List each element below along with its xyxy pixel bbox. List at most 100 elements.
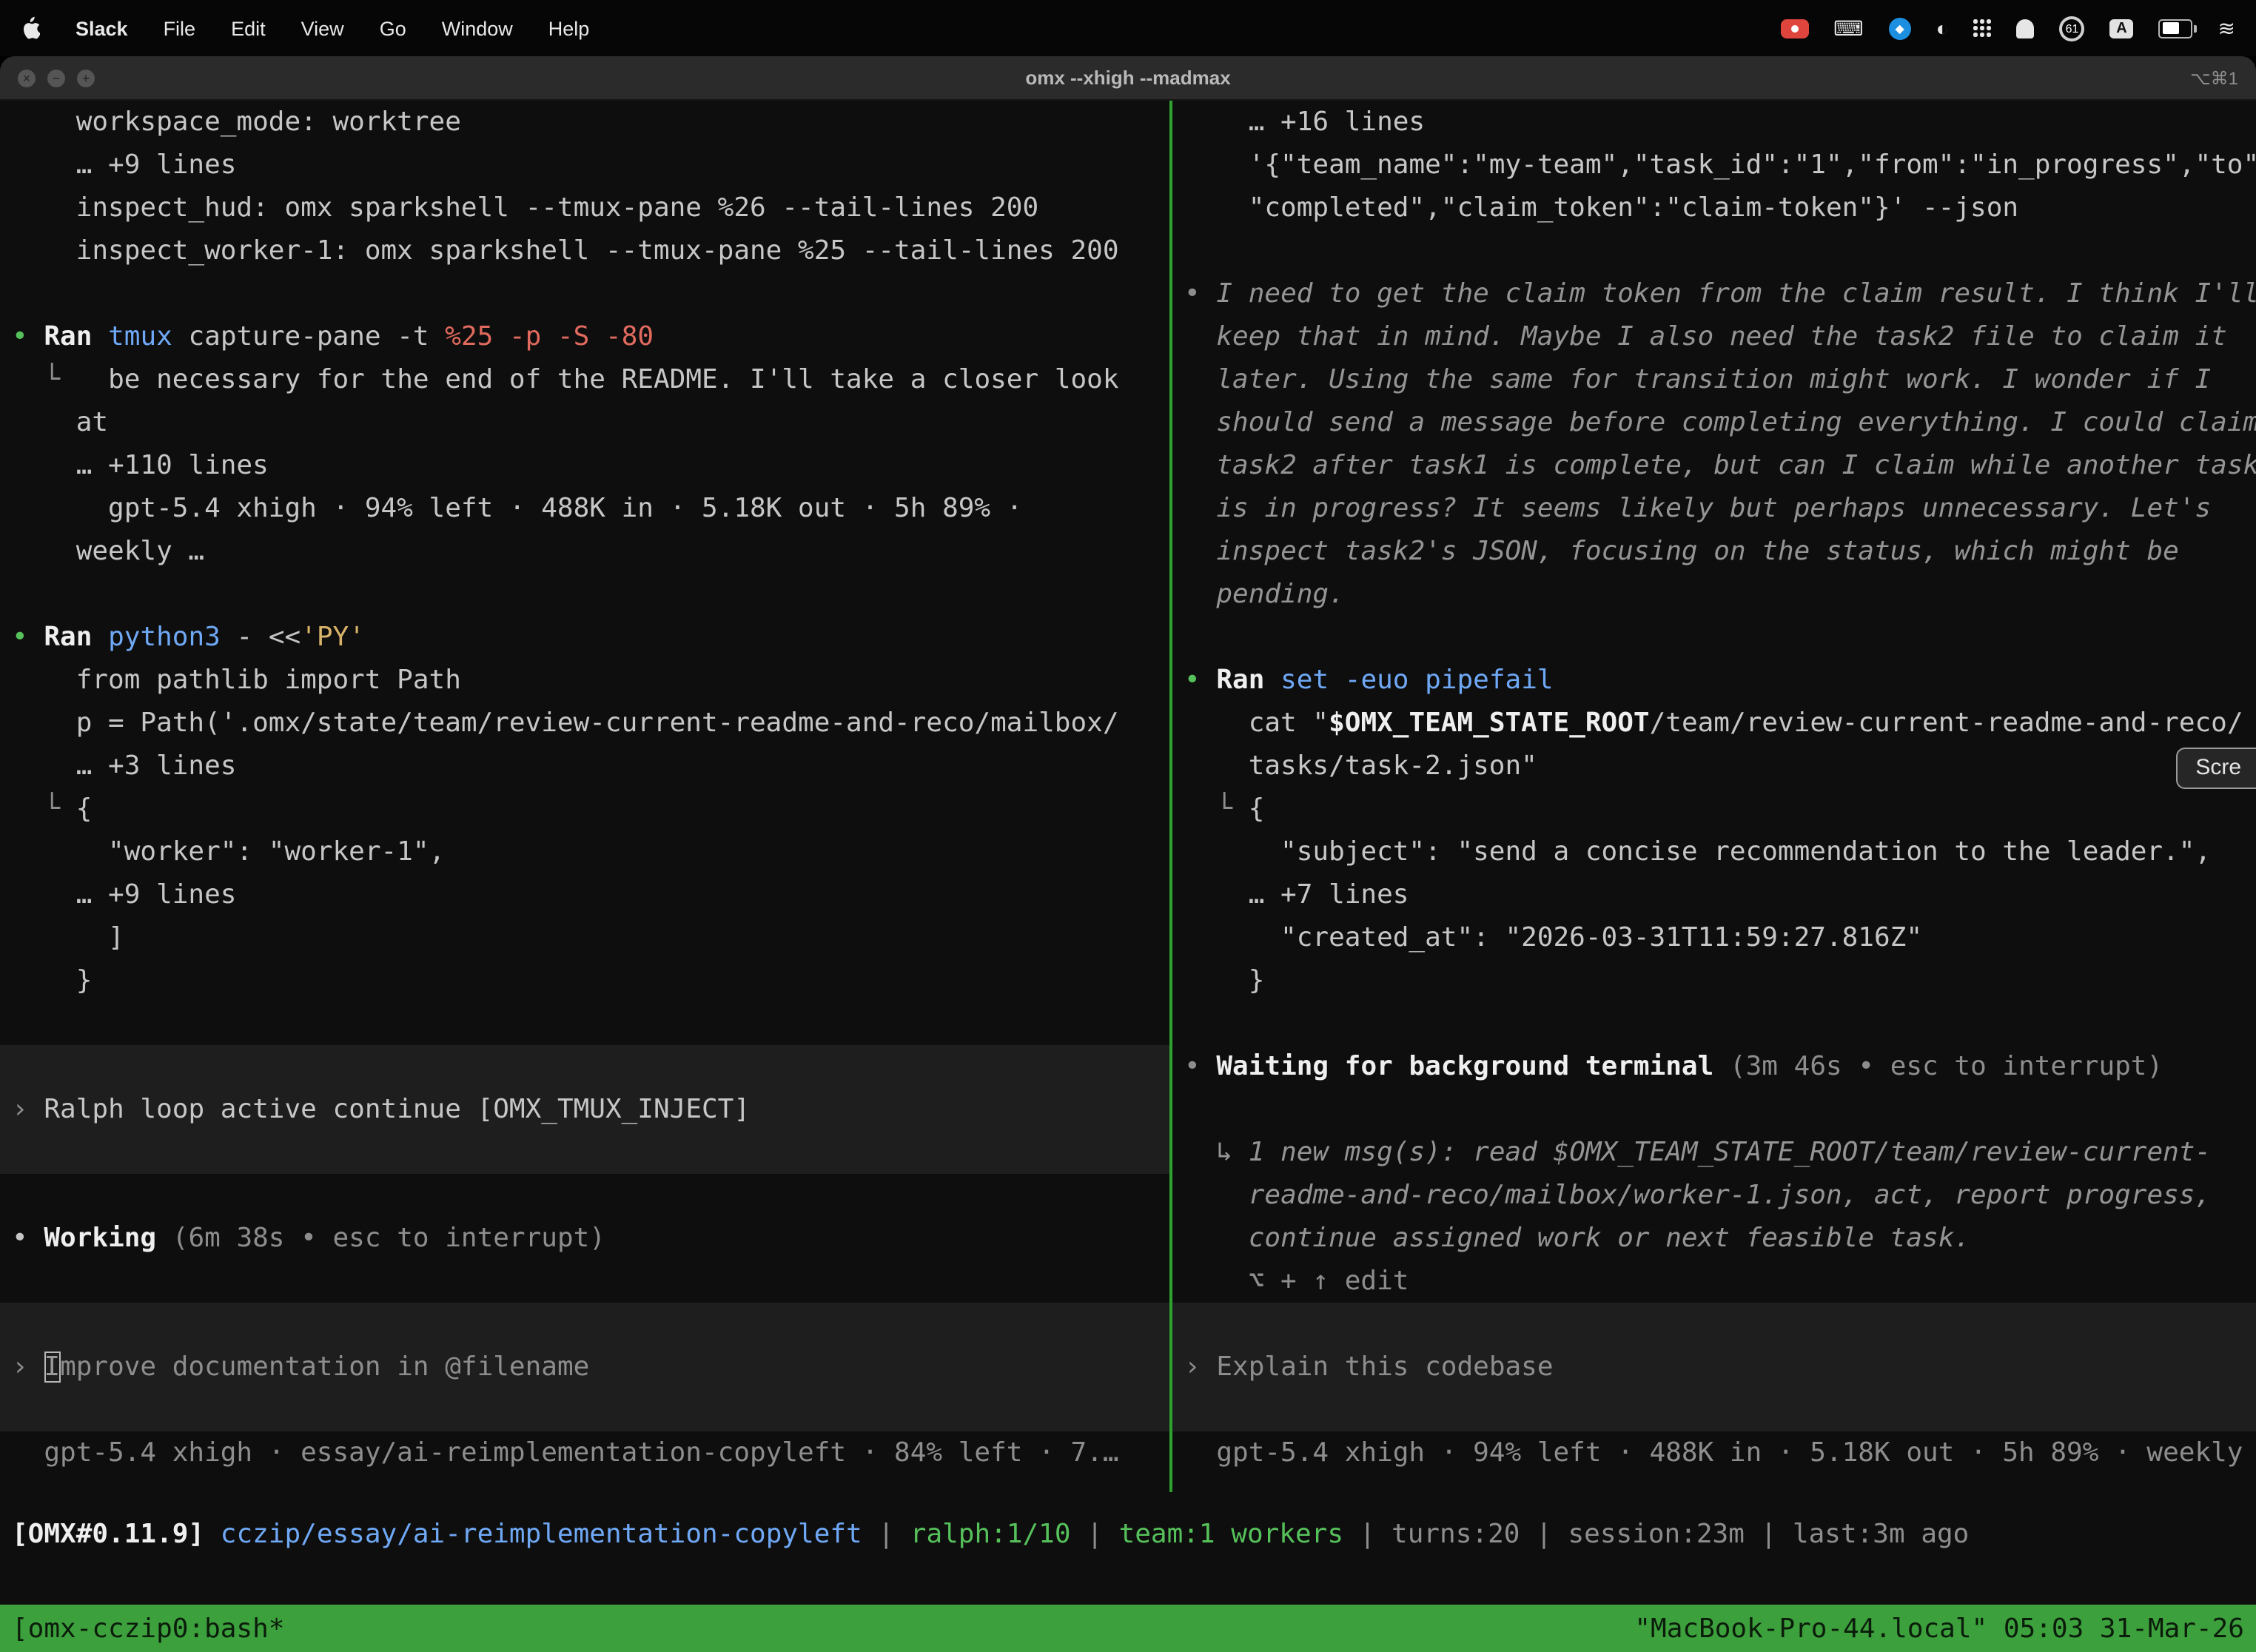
text-segment: inspect_hud: omx sparkshell --tmux-pane … <box>12 192 1038 224</box>
text-segment <box>92 622 108 653</box>
menu-item-window[interactable]: Window <box>442 17 513 39</box>
terminal-row: gpt-5.4 xhigh · essay/ai-reimplementatio… <box>0 1431 1169 1474</box>
text-segment: mprove documentation in @filename <box>60 1352 589 1383</box>
keyboard-icon[interactable]: ⌨ <box>1833 18 1863 38</box>
text-segment: tasks/task-2.json" <box>1184 751 1537 782</box>
text-segment: - << <box>221 622 301 653</box>
minimize-button[interactable]: − <box>47 69 65 87</box>
terminal-row: • Working (6m 38s • esc to interrupt) <box>0 1217 1169 1260</box>
terminal-row: "completed","claim_token":"claim-token"}… <box>1172 187 2256 229</box>
status-segment: last:3m ago <box>1793 1519 1969 1550</box>
text-segment: • <box>1184 278 1216 309</box>
status-segment <box>204 1519 221 1550</box>
text-segment <box>1184 1223 1249 1254</box>
close-button[interactable]: × <box>18 69 36 87</box>
terminal-content: workspace_mode: worktree … +9 lines insp… <box>0 101 2256 1652</box>
terminal-row: tasks/task-2.json" <box>1172 745 2256 788</box>
text-segment: cat " <box>1184 708 1329 739</box>
text-segment <box>1184 450 1216 481</box>
window-title-bar[interactable]: × − + omx --xhigh --madmax ⌥⌘1 <box>0 56 2256 101</box>
menu-bar: Slack File Edit View Go Window Help ⌨ ◆ … <box>0 0 2256 56</box>
menu-item-edit[interactable]: Edit <box>231 17 266 39</box>
terminal-row: … +110 lines <box>0 444 1169 487</box>
active-app-name[interactable]: Slack <box>75 17 128 39</box>
text-segment: └ <box>12 793 76 825</box>
text-segment: Ran <box>1216 665 1264 696</box>
terminal-row <box>1172 1088 2256 1131</box>
text-segment: p = Path('.omx/state/team/review-current… <box>12 708 1119 739</box>
terminal-row: inspect_hud: omx sparkshell --tmux-pane … <box>0 187 1169 229</box>
text-segment: … +110 lines <box>12 450 269 481</box>
apple-menu-icon[interactable] <box>21 16 40 40</box>
terminal-row <box>1172 229 2256 272</box>
tmux-host-clock-label: "MacBook-Pro-44.local" 05:03 31-Mar-26 <box>1634 1613 2244 1644</box>
screen-recording-indicator-icon[interactable] <box>1780 19 1808 38</box>
text-segment: } <box>1184 965 1264 996</box>
terminal-row: pending. <box>1172 573 2256 616</box>
right-terminal-pane[interactable]: … +16 lines '{"team_name":"my-team","tas… <box>1172 101 2256 1492</box>
terminal-row: keep that in mind. Maybe I also need the… <box>1172 315 2256 358</box>
blue-app-icon[interactable]: ◆ <box>1889 17 1911 39</box>
text-segment: inspect_worker-1: omx sparkshell --tmux-… <box>12 235 1119 266</box>
text-segment: task2 after task1 is complete, but can I… <box>1216 450 2256 481</box>
tmux-session-label: [omx-cczip0:bash* <box>12 1613 284 1644</box>
composer-input[interactable]: › Explain this codebase <box>1172 1303 2256 1431</box>
zoom-button[interactable]: + <box>77 69 95 87</box>
text-segment: Waiting for background terminal <box>1216 1051 1713 1082</box>
battery-gauge-icon[interactable]: 61 <box>2060 16 2085 41</box>
text-segment: tmux <box>108 321 172 352</box>
app-grid-icon[interactable] <box>1974 19 1992 37</box>
ghost-app-icon[interactable] <box>2017 19 2035 38</box>
terminal-row: from pathlib import Path <box>0 659 1169 702</box>
menu-item-view[interactable]: View <box>301 17 344 39</box>
status-segment: ralph:1/10 <box>910 1519 1071 1550</box>
terminal-row: • I need to get the claim token from the… <box>1172 272 2256 315</box>
terminal-row: "worker": "worker-1", <box>0 830 1169 873</box>
text-segment: should send a message before completing … <box>1216 407 2256 438</box>
terminal-row: continue assigned work or next feasible … <box>1172 1217 2256 1260</box>
text-segment: is in progress? It seems likely but perh… <box>1216 493 2211 524</box>
status-segment: | <box>862 1519 910 1550</box>
text-segment: … +9 lines <box>12 879 236 910</box>
terminal-row <box>0 1174 1169 1217</box>
text-segment: inspect task2's JSON, focusing on the st… <box>1216 536 2178 567</box>
terminal-row: … +9 lines <box>0 144 1169 187</box>
text-segment: I need to get the claim token from the c… <box>1216 278 2256 309</box>
terminal-row: └ { <box>0 788 1169 830</box>
text-segment <box>1184 407 1216 438</box>
status-segment: turns:20 <box>1391 1519 1520 1550</box>
text-segment: 1 new msg(s): read $OMX_TEAM_STATE_ROOT/… <box>1249 1137 2211 1168</box>
terminal-row: … +16 lines <box>1172 101 2256 144</box>
terminal-row: inspect_worker-1: omx sparkshell --tmux-… <box>0 229 1169 272</box>
input-source-icon[interactable]: A <box>2110 19 2134 38</box>
contrast-circle-icon[interactable]: ◐ <box>1936 18 1949 38</box>
text-segment: set -euo pipefail <box>1280 665 1553 696</box>
menu-item-go[interactable]: Go <box>380 17 406 39</box>
terminal-row: • Ran set -euo pipefail <box>1172 659 2256 702</box>
terminal-row: … +9 lines <box>0 873 1169 916</box>
text-segment: keep that in mind. Maybe I also need the… <box>1216 321 2226 352</box>
text-segment: • <box>1184 665 1216 696</box>
text-segment: • <box>12 1223 44 1254</box>
text-segment: … +7 lines <box>1184 879 1409 910</box>
menu-item-help[interactable]: Help <box>548 17 590 39</box>
window-shortcut-badge: ⌥⌘1 <box>2190 56 2238 99</box>
terminal-row <box>0 1002 1169 1045</box>
omx-status-line: [OMX#0.11.9] cczip/essay/ai-reimplementa… <box>0 1513 2256 1556</box>
text-segment: • <box>12 321 44 352</box>
text-segment: gpt-5.4 xhigh · 94% left · 488K in · 5.1… <box>12 493 1022 524</box>
battery-icon[interactable] <box>2159 19 2193 38</box>
menu-item-file[interactable]: File <box>164 17 196 39</box>
text-segment: › <box>1184 1352 1216 1383</box>
terminal-row: ] <box>0 916 1169 959</box>
left-terminal-pane[interactable]: workspace_mode: worktree … +9 lines insp… <box>0 101 1169 1492</box>
terminal-row: ⌥ + ↑ edit <box>1172 1260 2256 1303</box>
terminal-row: inspect task2's JSON, focusing on the st… <box>1172 530 2256 573</box>
composer-input[interactable]: › Improve documentation in @filename <box>0 1303 1169 1431</box>
terminal-row: … +7 lines <box>1172 873 2256 916</box>
terminal-row: ↳ 1 new msg(s): read $OMX_TEAM_STATE_ROO… <box>1172 1131 2256 1174</box>
terminal-row: weekly … <box>0 530 1169 573</box>
terminal-window: × − + omx --xhigh --madmax ⌥⌘1 workspace… <box>0 56 2256 1652</box>
text-segment: from pathlib import Path <box>12 665 461 696</box>
wifi-icon[interactable]: ≋ <box>2218 18 2235 38</box>
